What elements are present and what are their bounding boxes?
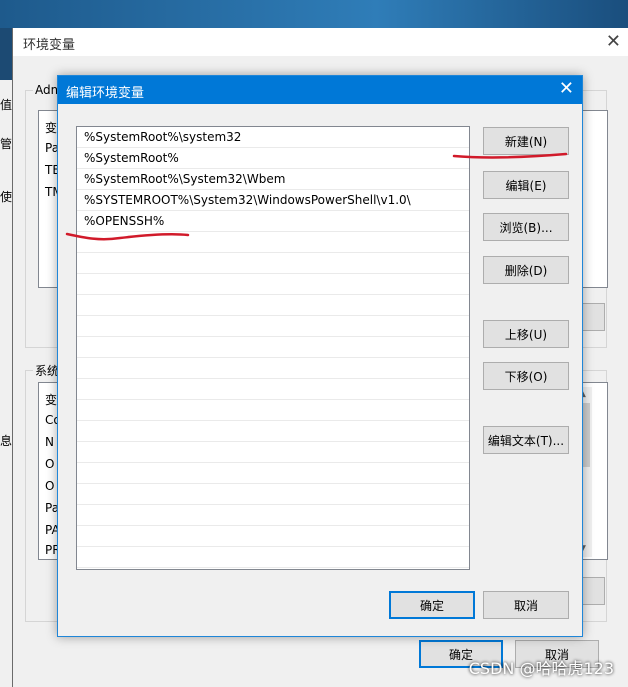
red-underline-openssh <box>65 232 190 241</box>
red-underline-new-button <box>452 152 568 159</box>
annotation-layer <box>65 152 568 241</box>
watermark: CSDN @哈哈虎123 <box>468 659 614 678</box>
